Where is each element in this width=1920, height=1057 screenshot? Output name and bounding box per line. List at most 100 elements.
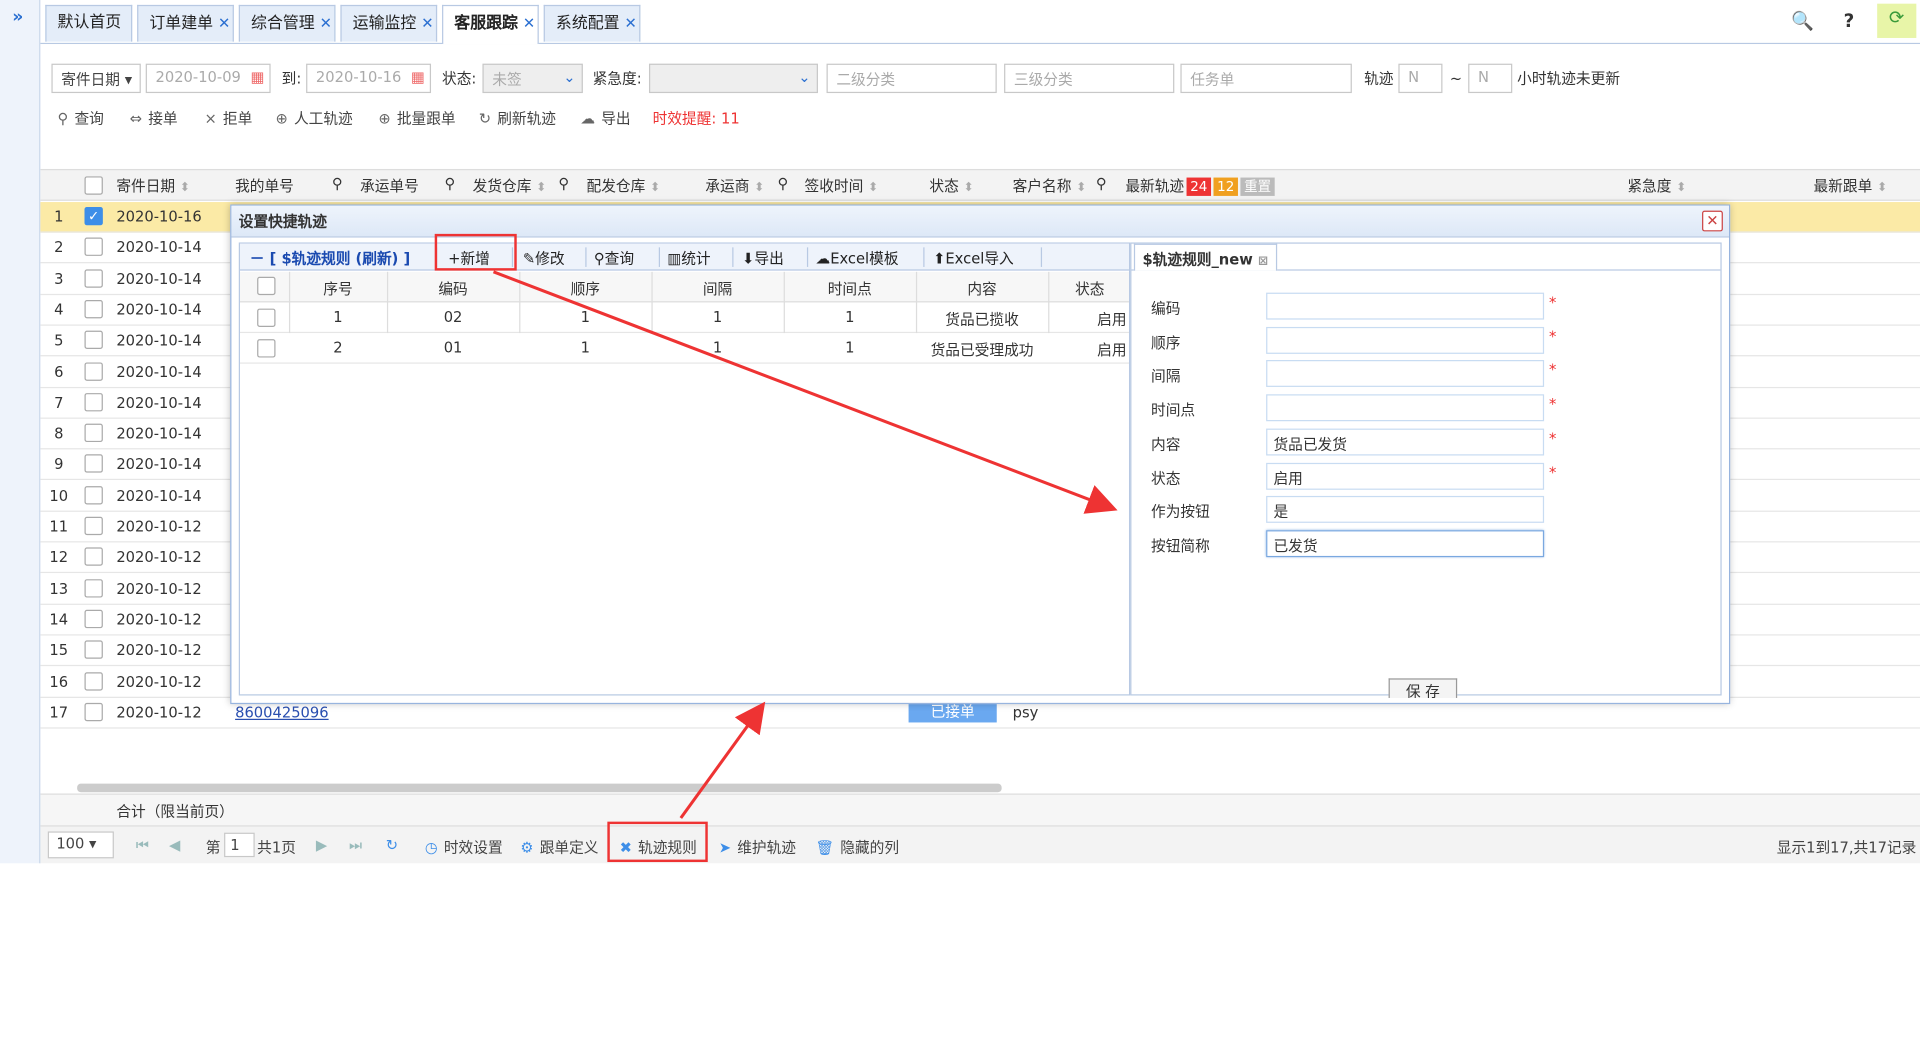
row-checkbox[interactable] [84, 423, 103, 443]
calendar-icon[interactable]: ▦ [411, 69, 425, 86]
query-button[interactable]: ⚲查询 [594, 247, 634, 268]
maintain-track-button[interactable]: ➤ 维护轨迹 [719, 836, 796, 857]
tab-customer-tracking[interactable]: 客服跟踪 ✕ [442, 4, 539, 45]
row-checkbox[interactable] [84, 485, 103, 505]
row-checkbox[interactable] [84, 547, 103, 567]
row-checkbox[interactable] [84, 330, 103, 350]
excel-import-button[interactable]: ⬆Excel导入 [933, 247, 1014, 268]
close-icon[interactable]: ⊠ [1258, 255, 1268, 268]
date-to-input[interactable]: 2020-10-16 ▦ [306, 63, 432, 94]
expand-sidebar-icon[interactable]: » [12, 7, 23, 27]
tab-general-mgmt[interactable]: 综合管理 ✕ [238, 4, 336, 42]
col-urgency[interactable]: 紧急度 ⬍ [1627, 175, 1686, 196]
row-checkbox[interactable] [257, 339, 276, 358]
row-checkbox[interactable] [84, 392, 103, 412]
form-input[interactable] [1266, 292, 1545, 320]
tab-system-config[interactable]: 系统配置 ✕ [543, 4, 641, 42]
hidden-columns-button[interactable]: 🗑 隐藏的列 [816, 836, 900, 857]
sync-icon[interactable]: ⟳ [1877, 3, 1917, 38]
next-page-icon[interactable]: ▶ [316, 836, 327, 853]
prev-page-icon[interactable]: ◀ [169, 836, 180, 853]
col-status[interactable]: 状态 ⬍ [929, 175, 973, 196]
search-icon[interactable]: ⚲ [1096, 175, 1107, 192]
batch-follow-button[interactable]: ⊕ 批量跟单 [378, 108, 455, 129]
row-checkbox[interactable]: ✓ [84, 206, 103, 226]
select-all-checkbox[interactable] [257, 276, 276, 296]
help-icon[interactable]: ? [1836, 7, 1863, 34]
first-page-icon[interactable]: ⏮ [136, 836, 149, 854]
row-checkbox[interactable] [84, 578, 103, 598]
col-ship-date[interactable]: 寄件日期 ⬍ [116, 175, 190, 196]
row-checkbox[interactable] [257, 308, 276, 327]
refresh-icon[interactable]: ↻ [386, 836, 398, 853]
close-icon[interactable]: ✕ [421, 15, 433, 32]
search-icon[interactable]: 🔍 [1789, 7, 1816, 34]
badge-orange[interactable]: 12 [1213, 177, 1238, 196]
refresh-track-button[interactable]: ↻ 刷新轨迹 [479, 108, 556, 129]
row-checkbox[interactable] [84, 609, 103, 629]
row-checkbox[interactable] [84, 454, 103, 474]
form-input[interactable]: 已发货 [1266, 530, 1545, 558]
status-select[interactable]: 未签 ⌄ [482, 63, 583, 94]
row-checkbox[interactable] [84, 640, 103, 660]
col-carrier-no[interactable]: 承运单号 [360, 175, 419, 196]
date-from-input[interactable]: 2020-10-09 ▦ [145, 63, 271, 94]
reset-badge[interactable]: 重置 [1240, 177, 1275, 196]
row-checkbox[interactable] [84, 237, 103, 257]
follow-definition-button[interactable]: ⚙ 跟单定义 [520, 836, 598, 857]
tab-new-rule[interactable]: $轨迹规则_new ⊠ [1133, 243, 1277, 271]
timeliness-alert[interactable]: 时效提醒: 11 [653, 108, 740, 129]
row-checkbox[interactable] [84, 702, 103, 721]
order-link[interactable]: 8600425096 [235, 704, 329, 721]
close-icon[interactable]: ✕ [625, 15, 637, 32]
hours-to-input[interactable]: N [1468, 63, 1513, 94]
close-icon[interactable]: ✕ [218, 15, 230, 32]
row-checkbox[interactable] [84, 299, 103, 319]
col-dist-warehouse[interactable]: 配发仓库 ⬍ [587, 175, 661, 196]
excel-template-button[interactable]: ☁Excel模板 [816, 247, 899, 268]
last-page-icon[interactable]: ⏭ [349, 836, 362, 854]
close-icon[interactable]: ✕ [320, 15, 332, 32]
tab-order-create[interactable]: 订单建单 ✕ [137, 4, 234, 42]
select-all-checkbox[interactable] [84, 176, 103, 195]
col-latest-follow[interactable]: 最新跟单 ⬍ [1813, 175, 1887, 196]
rules-title[interactable]: － [ $轨迹规则 (刷新) ] [250, 247, 410, 268]
search-icon[interactable]: ⚲ [444, 175, 455, 192]
edit-button[interactable]: ✎修改 [523, 247, 565, 268]
stats-button[interactable]: ▥统计 [667, 247, 710, 268]
save-button[interactable]: 保 存 [1388, 678, 1458, 698]
form-input[interactable] [1266, 394, 1545, 422]
tab-transport-monitor[interactable]: 运输监控 ✕ [340, 4, 438, 42]
reject-order-button[interactable]: × 拒单 [204, 108, 252, 129]
tab-home[interactable]: 默认首页 [45, 4, 133, 42]
page-size-select[interactable]: 100 ▾ [47, 831, 114, 859]
page-number-input[interactable]: 1 [224, 832, 255, 858]
accept-order-button[interactable]: ⇔ 接单 [130, 108, 178, 129]
search-icon[interactable]: ⚲ [558, 175, 569, 192]
level3-input[interactable]: 三级分类 [1004, 63, 1175, 94]
col-sign-time[interactable]: 签收时间 ⬍ [804, 175, 878, 196]
form-input[interactable]: 启用 [1266, 462, 1545, 490]
date-type-select[interactable]: 寄件日期 ▾ [51, 63, 141, 94]
urgency-select[interactable]: ⌄ [648, 63, 818, 94]
row-checkbox[interactable] [84, 671, 103, 691]
calendar-icon[interactable]: ▦ [251, 69, 265, 86]
col-latest-track[interactable]: 最新轨迹 24 12 重置 [1125, 175, 1275, 196]
form-input[interactable]: 货品已发货 [1266, 428, 1545, 456]
table-row[interactable]: 2 01 1 1 1 货品已受理成功 启用 [240, 333, 1129, 364]
close-icon[interactable]: ✕ [1702, 210, 1723, 232]
table-row[interactable]: 1 02 1 1 1 货品已揽收 启用 [240, 302, 1129, 334]
row-checkbox[interactable] [84, 361, 103, 381]
form-input[interactable] [1266, 360, 1545, 388]
query-button[interactable]: ⚲查询 [58, 108, 104, 129]
timeliness-settings-button[interactable]: ◷ 时效设置 [425, 836, 503, 857]
badge-red[interactable]: 24 [1186, 177, 1212, 196]
col-customer[interactable]: 客户名称 ⬍ [1013, 175, 1087, 196]
horizontal-scrollbar[interactable] [77, 783, 1002, 793]
task-input[interactable]: 任务单 [1180, 63, 1352, 94]
col-carrier[interactable]: 承运商 ⬍ [705, 175, 764, 196]
hours-from-input[interactable]: N [1398, 63, 1443, 94]
close-icon[interactable]: ✕ [523, 15, 535, 32]
row-checkbox[interactable] [84, 516, 103, 536]
row-checkbox[interactable] [84, 268, 103, 288]
